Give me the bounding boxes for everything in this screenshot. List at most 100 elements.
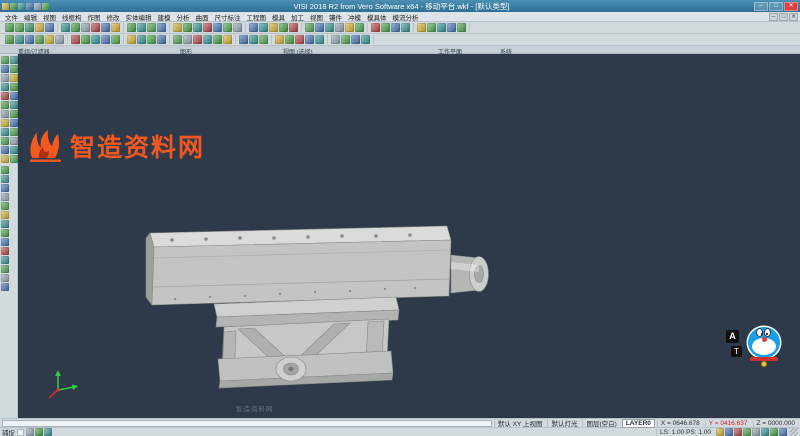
child-minimize-button[interactable]: ─ (769, 13, 778, 21)
child-close-button[interactable]: ✕ (789, 13, 798, 21)
toolbar-icon[interactable] (335, 23, 344, 32)
menu-item[interactable]: 曲面 (193, 12, 212, 22)
quick-access-icon[interactable] (34, 3, 41, 10)
sidebar-tool-icon[interactable] (1, 137, 9, 145)
toolbar-icon[interactable] (213, 23, 222, 32)
status-icon[interactable] (734, 428, 742, 436)
cad-model-3d[interactable] (18, 54, 800, 418)
toolbar-icon[interactable] (193, 35, 202, 44)
menu-item[interactable]: 建模 (155, 12, 174, 22)
toolbar-icon[interactable] (45, 23, 54, 32)
toolbar-icon[interactable] (137, 23, 146, 32)
menu-item[interactable]: 冲模 (345, 12, 364, 22)
toolbar-icon[interactable] (91, 23, 100, 32)
toolbar-icon[interactable] (259, 35, 268, 44)
menu-item[interactable]: 文件 (2, 12, 21, 22)
status-light-button[interactable]: 默认灯光 (547, 418, 580, 428)
sidebar-tool-icon[interactable] (1, 175, 9, 183)
toolbar-icon[interactable] (361, 35, 370, 44)
menu-item[interactable]: 视图 (40, 12, 59, 22)
sidebar-tool-icon[interactable] (1, 202, 9, 210)
toolbar-icon[interactable] (71, 23, 80, 32)
sidebar-tool-icon[interactable] (10, 110, 18, 118)
toolbar-icon[interactable] (203, 35, 212, 44)
toolbar-icon[interactable] (101, 23, 110, 32)
sidebar-tool-icon[interactable] (10, 128, 18, 136)
status-icon[interactable] (779, 428, 787, 436)
toolbar-icon[interactable] (401, 23, 410, 32)
toolbar-icon[interactable] (147, 23, 156, 32)
snap-checkbox[interactable] (17, 429, 24, 436)
toolbar-icon[interactable] (147, 35, 156, 44)
toolbar-icon[interactable] (15, 23, 24, 32)
sidebar-tool-icon[interactable] (1, 256, 9, 264)
sidebar-tool-icon[interactable] (10, 146, 18, 154)
toolbar-icon[interactable] (325, 23, 334, 32)
toolbar-icon[interactable] (157, 23, 166, 32)
sidebar-tool-icon[interactable] (1, 65, 9, 73)
toolbar-icon[interactable] (223, 35, 232, 44)
status-icon[interactable] (770, 428, 778, 436)
toolbar-icon[interactable] (127, 35, 136, 44)
toolbar-icon[interactable] (111, 23, 120, 32)
toolbar-icon[interactable] (25, 35, 34, 44)
menu-item[interactable]: 作图 (85, 12, 104, 22)
toolbar-icon[interactable] (5, 23, 14, 32)
toolbar-icon[interactable] (15, 35, 24, 44)
sidebar-tool-icon[interactable] (1, 265, 9, 273)
menu-item[interactable]: 实体编辑 (123, 12, 155, 22)
sidebar-tool-icon[interactable] (1, 211, 9, 219)
sidebar-tool-icon[interactable] (1, 184, 9, 192)
sidebar-tool-icon[interactable] (1, 247, 9, 255)
sidebar-tool-icon[interactable] (10, 83, 18, 91)
toolbar-icon[interactable] (35, 23, 44, 32)
toolbar-icon[interactable] (213, 35, 222, 44)
status-icon[interactable] (44, 428, 52, 436)
status-current-layer[interactable]: LAYER0 (622, 419, 655, 428)
toolbar-icon[interactable] (341, 35, 350, 44)
toolbar-icon[interactable] (183, 35, 192, 44)
status-view-button[interactable]: 默认 XY 上视图 (494, 418, 546, 428)
toolbar-icon[interactable] (279, 23, 288, 32)
sidebar-tool-icon[interactable] (10, 92, 18, 100)
toolbar-icon[interactable] (391, 23, 400, 32)
toolbar-icon[interactable] (45, 35, 54, 44)
sidebar-tool-icon[interactable] (1, 166, 9, 174)
sidebar-tool-icon[interactable] (1, 128, 9, 136)
menu-item[interactable]: 视图 (307, 12, 326, 22)
toolbar-icon[interactable] (315, 35, 324, 44)
toolbar-icon[interactable] (427, 23, 436, 32)
sidebar-tool-icon[interactable] (1, 92, 9, 100)
toolbar-icon[interactable] (223, 23, 232, 32)
toolbar-icon[interactable] (275, 35, 284, 44)
sidebar-tool-icon[interactable] (1, 56, 9, 64)
status-icon[interactable] (35, 428, 43, 436)
toolbar-icon[interactable] (295, 35, 304, 44)
menu-item[interactable]: 分析 (174, 12, 193, 22)
quick-access-icon[interactable] (42, 3, 49, 10)
sidebar-tool-icon[interactable] (10, 65, 18, 73)
status-icon[interactable] (752, 428, 760, 436)
sidebar-tool-icon[interactable] (1, 74, 9, 82)
status-layer-filter-button[interactable]: 图层(空白) (582, 418, 619, 428)
toolbar-icon[interactable] (259, 23, 268, 32)
toolbar-icon[interactable] (203, 23, 212, 32)
toolbar-icon[interactable] (249, 35, 258, 44)
menu-item[interactable]: 镶件 (326, 12, 345, 22)
toolbar-icon[interactable] (55, 35, 64, 44)
toolbar-icon[interactable] (239, 35, 248, 44)
toolbar-icon[interactable] (111, 35, 120, 44)
toolbar-icon[interactable] (249, 23, 258, 32)
quick-access-icon[interactable] (18, 3, 25, 10)
child-restore-button[interactable]: □ (779, 13, 788, 21)
toolbar-icon[interactable] (61, 23, 70, 32)
toolbar-icon[interactable] (173, 23, 182, 32)
toolbar-icon[interactable] (345, 23, 354, 32)
sidebar-tool-icon[interactable] (10, 137, 18, 145)
toolbar-icon[interactable] (355, 23, 364, 32)
menu-item[interactable]: 模具 (269, 12, 288, 22)
toolbar-icon[interactable] (157, 35, 166, 44)
toolbar-icon[interactable] (315, 23, 324, 32)
3d-viewport[interactable]: 智造资料网 智造资料网 A T (18, 54, 800, 418)
toolbar-icon[interactable] (81, 35, 90, 44)
